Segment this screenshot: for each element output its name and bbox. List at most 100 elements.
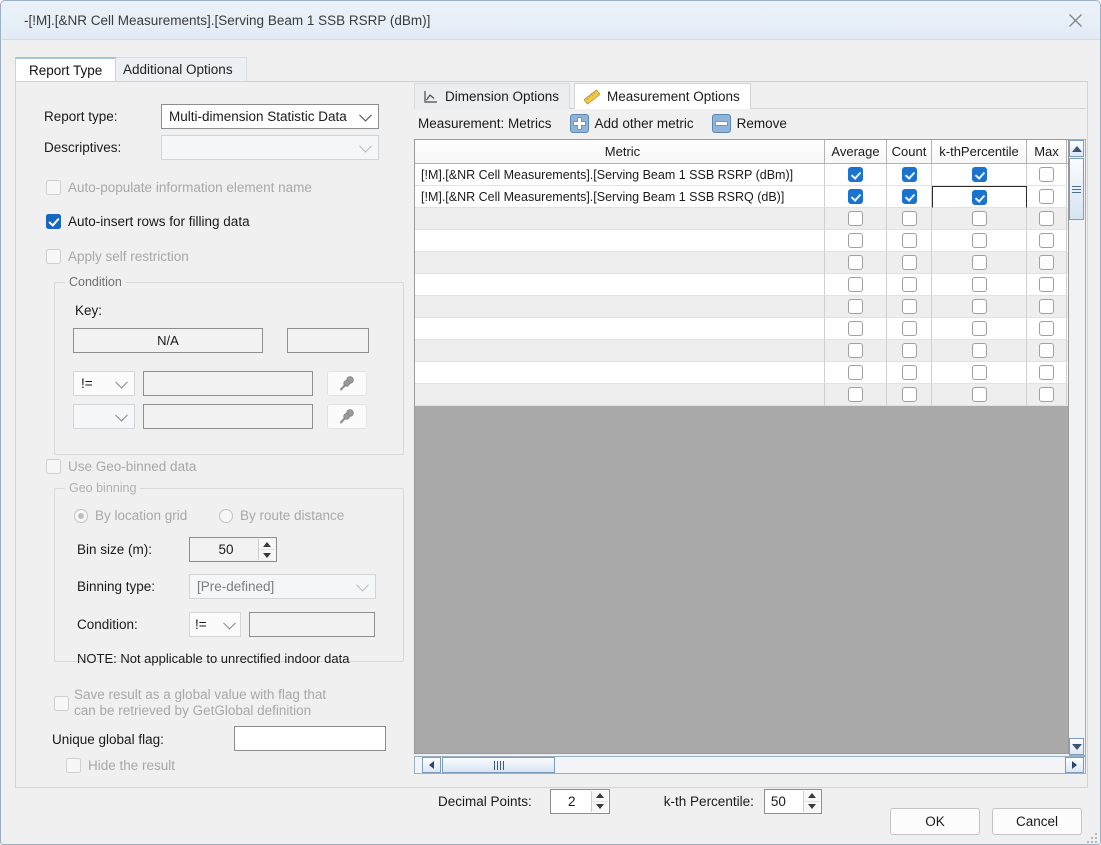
table-row[interactable] bbox=[415, 340, 1068, 362]
checkbox-average[interactable] bbox=[848, 299, 863, 314]
checkbox-percentile[interactable] bbox=[971, 299, 987, 314]
report-type-combo[interactable]: Multi-dimension Statistic Data bbox=[161, 104, 379, 129]
checkbox-count[interactable] bbox=[901, 233, 917, 248]
cell-max[interactable] bbox=[1027, 230, 1067, 252]
cell-average[interactable] bbox=[825, 164, 887, 186]
condition-pin-button-2[interactable] bbox=[327, 404, 367, 429]
cell-average[interactable] bbox=[825, 340, 887, 362]
key-extra-field[interactable] bbox=[287, 328, 369, 353]
remove-metric-button[interactable]: Remove bbox=[711, 113, 787, 133]
cell-count[interactable] bbox=[887, 186, 932, 208]
checkbox-max[interactable] bbox=[1039, 255, 1054, 270]
checkbox-count[interactable] bbox=[901, 321, 917, 336]
cell-max[interactable] bbox=[1027, 252, 1067, 274]
cell-percentile[interactable] bbox=[932, 164, 1027, 186]
grid-horizontal-scrollbar[interactable] bbox=[414, 756, 1086, 774]
table-row[interactable] bbox=[415, 208, 1068, 230]
checkbox-max[interactable] bbox=[1039, 211, 1054, 226]
cell-max[interactable] bbox=[1027, 164, 1067, 186]
cell-max[interactable] bbox=[1027, 274, 1067, 296]
checkbox-count[interactable] bbox=[901, 167, 917, 182]
cell-average[interactable] bbox=[825, 230, 887, 252]
cell-percentile[interactable] bbox=[932, 384, 1027, 406]
bin-size-down-button[interactable] bbox=[259, 550, 275, 560]
cell-average[interactable] bbox=[825, 186, 887, 208]
geo-condition-operator-combo[interactable]: != bbox=[189, 612, 241, 637]
cell-max[interactable] bbox=[1027, 296, 1067, 318]
checkbox-percentile[interactable] bbox=[971, 167, 987, 182]
table-row[interactable] bbox=[415, 252, 1068, 274]
cell-count[interactable] bbox=[887, 318, 932, 340]
checkbox-percentile[interactable] bbox=[971, 387, 987, 402]
cell-max[interactable] bbox=[1027, 340, 1067, 362]
checkbox-max[interactable] bbox=[1039, 233, 1054, 248]
table-row[interactable]: [!M].[&NR Cell Measurements].[Serving Be… bbox=[415, 186, 1068, 208]
cell-average[interactable] bbox=[825, 384, 887, 406]
checkbox-max[interactable] bbox=[1039, 167, 1054, 182]
tab-dimension-options[interactable]: Dimension Options bbox=[414, 83, 571, 109]
scroll-right-button[interactable] bbox=[1065, 757, 1084, 773]
cancel-button[interactable]: Cancel bbox=[992, 808, 1082, 835]
table-row[interactable] bbox=[415, 384, 1068, 406]
bin-size-up-button[interactable] bbox=[259, 539, 275, 550]
checkbox-count[interactable] bbox=[901, 189, 917, 204]
cell-average[interactable] bbox=[825, 362, 887, 384]
cell-max[interactable] bbox=[1027, 384, 1067, 406]
grid-vertical-scrollbar[interactable] bbox=[1069, 139, 1086, 756]
checkbox-count[interactable] bbox=[901, 277, 917, 292]
cell-count[interactable] bbox=[887, 208, 932, 230]
radio-by-location-grid[interactable] bbox=[74, 509, 88, 523]
cell-average[interactable] bbox=[825, 296, 887, 318]
checkbox-percentile[interactable] bbox=[971, 255, 987, 270]
checkbox-average[interactable] bbox=[848, 321, 863, 336]
scroll-down-button[interactable] bbox=[1069, 738, 1084, 755]
checkbox-max[interactable] bbox=[1039, 321, 1054, 336]
add-other-metric-button[interactable]: Add other metric bbox=[569, 113, 694, 133]
table-row[interactable] bbox=[415, 318, 1068, 340]
checkbox-max[interactable] bbox=[1039, 343, 1054, 358]
checkbox-average[interactable] bbox=[848, 233, 863, 248]
checkbox-average[interactable] bbox=[848, 387, 863, 402]
descriptives-combo[interactable] bbox=[161, 135, 379, 160]
checkbox-count[interactable] bbox=[901, 211, 917, 226]
ok-button[interactable]: OK bbox=[890, 808, 980, 835]
checkbox-percentile[interactable] bbox=[971, 343, 987, 358]
checkbox-max[interactable] bbox=[1039, 277, 1054, 292]
cell-average[interactable] bbox=[825, 252, 887, 274]
condition-operator-1-combo[interactable]: != bbox=[73, 371, 135, 396]
cell-count[interactable] bbox=[887, 362, 932, 384]
binning-type-combo[interactable]: [Pre-defined] bbox=[189, 574, 376, 599]
condition-pin-button-1[interactable] bbox=[327, 371, 367, 396]
checkbox-use-geo-binned[interactable] bbox=[46, 459, 61, 474]
cell-average[interactable] bbox=[825, 318, 887, 340]
checkbox-percentile[interactable] bbox=[972, 189, 987, 205]
close-button[interactable] bbox=[1052, 2, 1098, 39]
cell-count[interactable] bbox=[887, 252, 932, 274]
cell-count[interactable] bbox=[887, 230, 932, 252]
checkbox-average[interactable] bbox=[848, 343, 863, 358]
table-row[interactable] bbox=[415, 362, 1068, 384]
checkbox-percentile[interactable] bbox=[971, 321, 987, 336]
scroll-left-button[interactable] bbox=[422, 757, 441, 773]
tab-report-type[interactable]: Report Type bbox=[15, 57, 117, 81]
checkbox-apply-self-restriction[interactable] bbox=[46, 249, 61, 264]
cell-max[interactable] bbox=[1027, 186, 1067, 208]
checkbox-count[interactable] bbox=[901, 299, 917, 314]
cell-count[interactable] bbox=[887, 274, 932, 296]
cell-percentile[interactable] bbox=[932, 318, 1027, 340]
table-row[interactable] bbox=[415, 296, 1068, 318]
checkbox-max[interactable] bbox=[1039, 387, 1054, 402]
cell-average[interactable] bbox=[825, 274, 887, 296]
resize-grip[interactable] bbox=[1085, 831, 1097, 843]
cell-count[interactable] bbox=[887, 296, 932, 318]
checkbox-percentile[interactable] bbox=[971, 277, 987, 292]
checkbox-count[interactable] bbox=[901, 343, 917, 358]
checkbox-auto-populate[interactable] bbox=[46, 180, 61, 195]
horizontal-scroll-thumb[interactable] bbox=[442, 757, 555, 773]
table-row[interactable] bbox=[415, 274, 1068, 296]
cell-max[interactable] bbox=[1027, 208, 1067, 230]
condition-value-1-field[interactable] bbox=[143, 371, 313, 396]
bin-size-stepper[interactable] bbox=[258, 539, 275, 560]
condition-value-2-field[interactable] bbox=[143, 404, 313, 429]
checkbox-average[interactable] bbox=[848, 255, 863, 270]
